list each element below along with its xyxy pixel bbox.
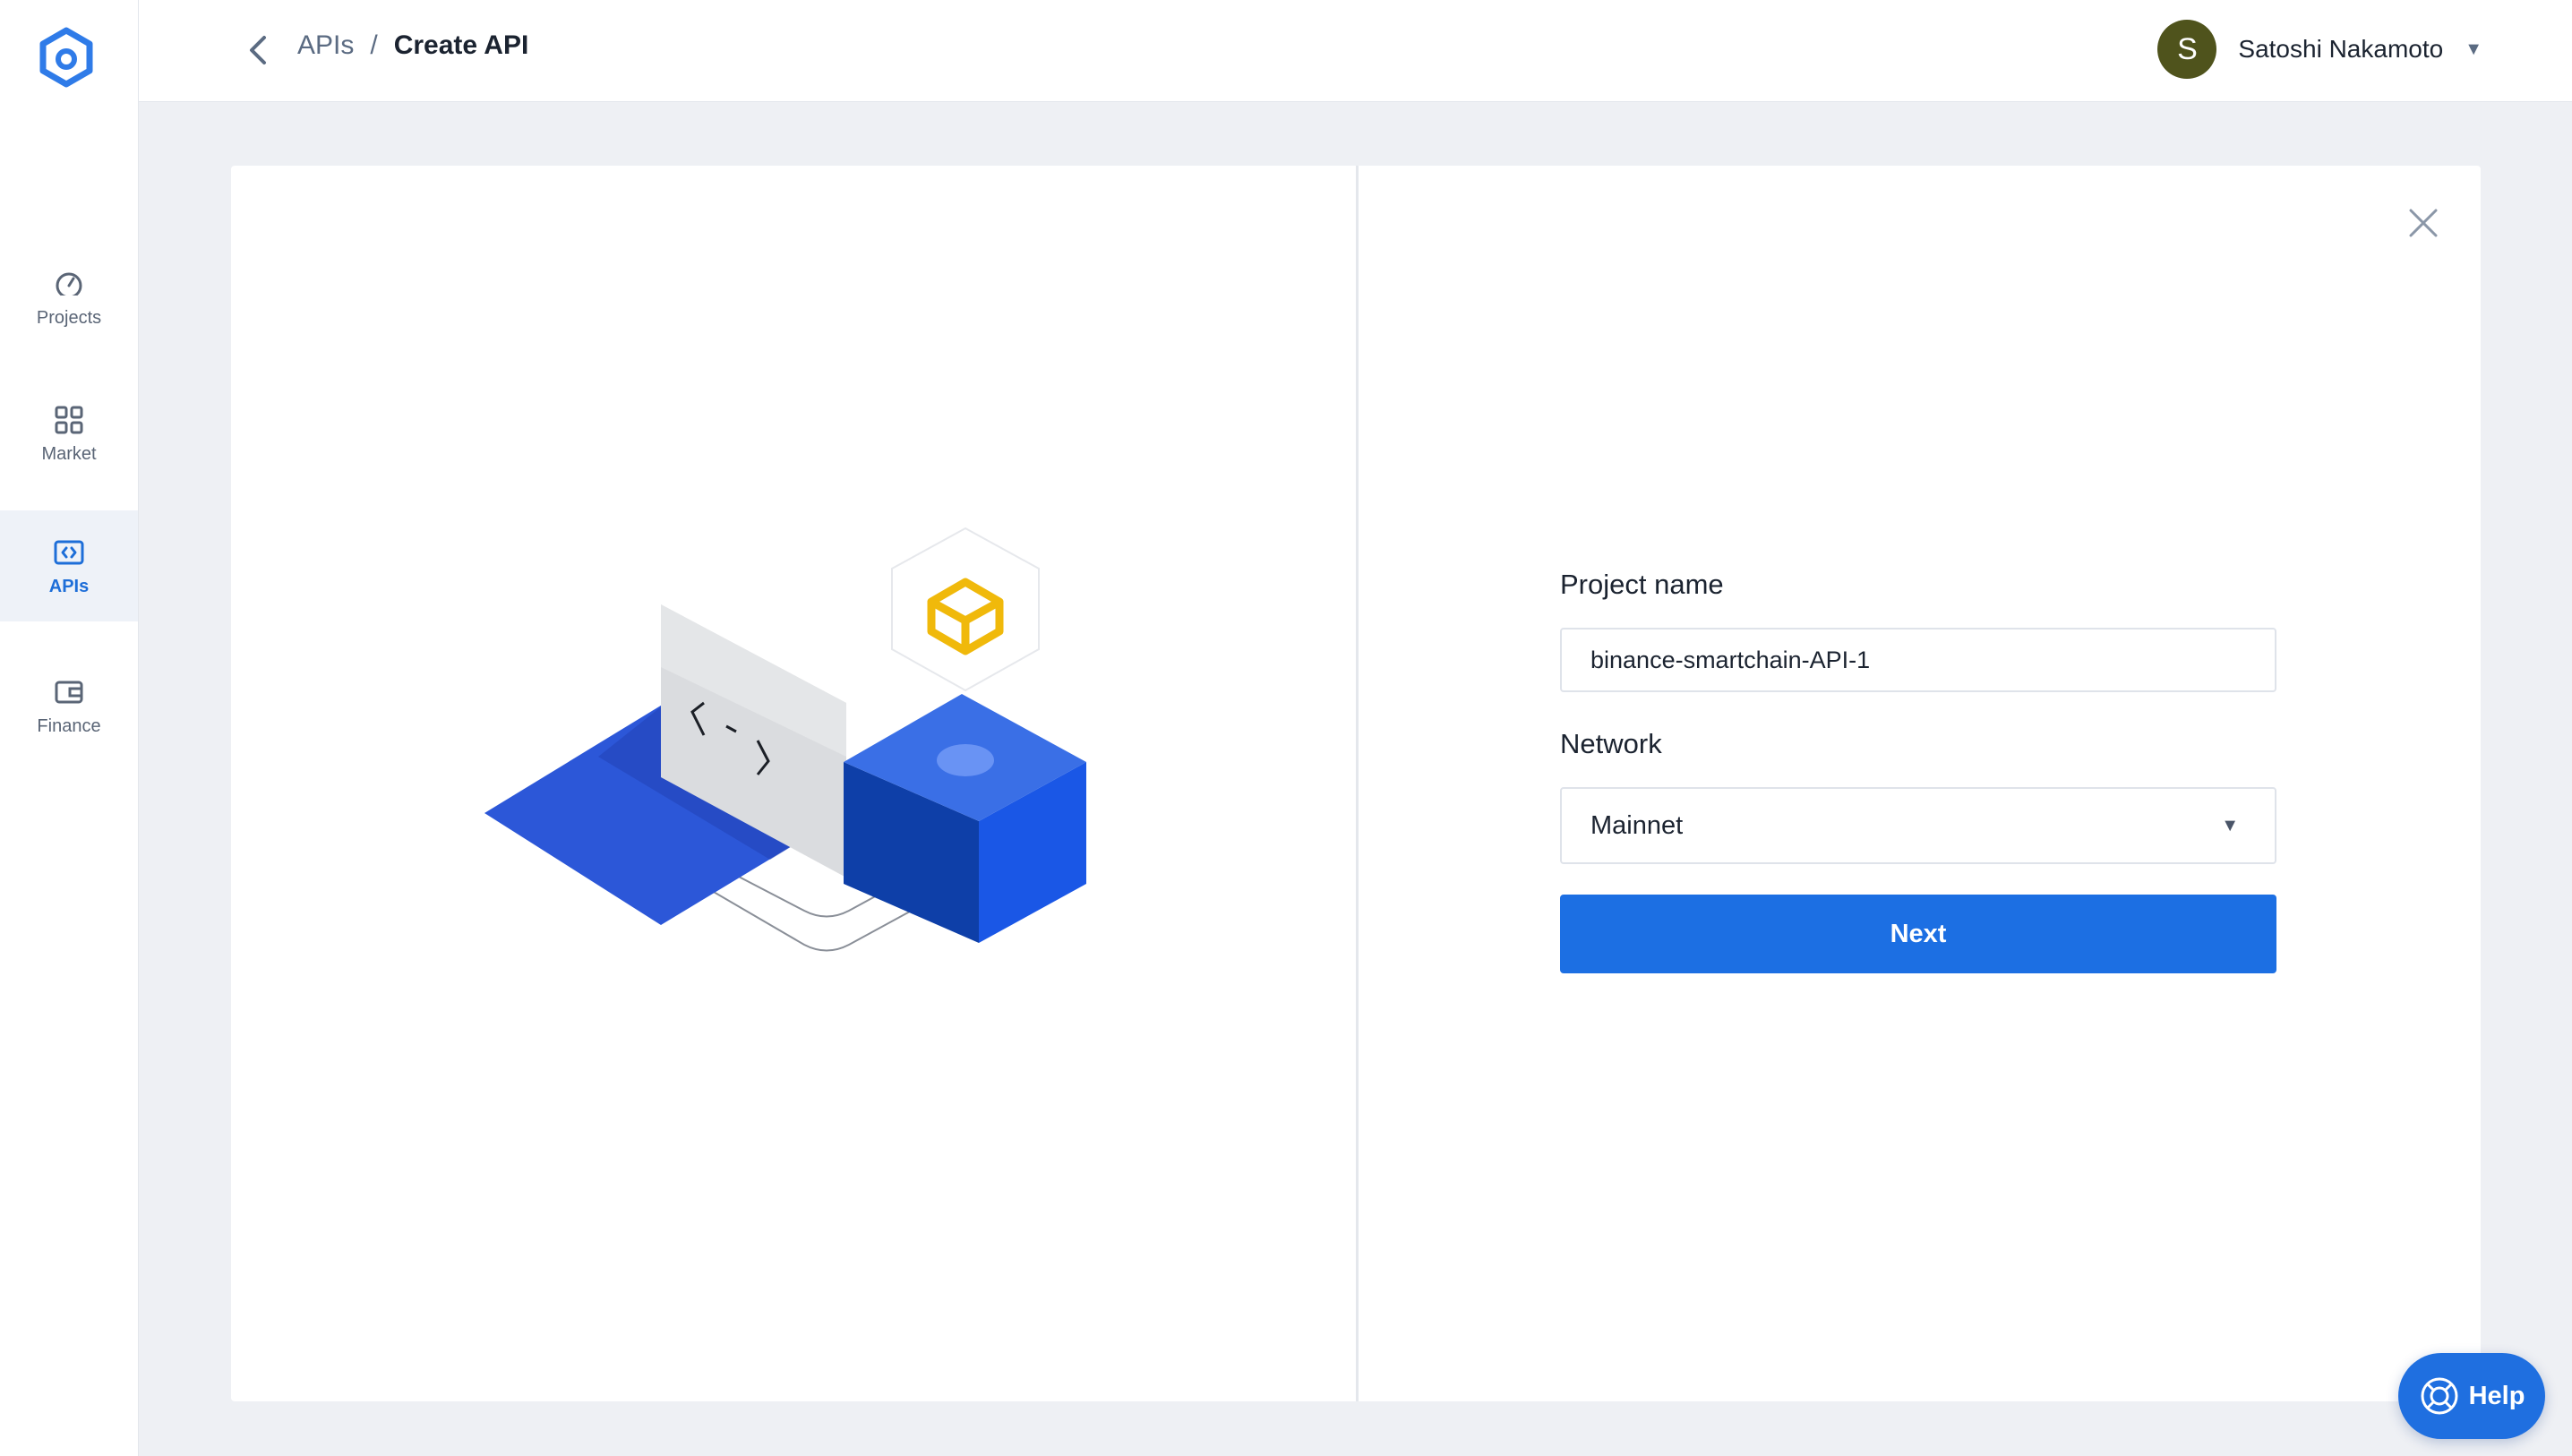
breadcrumb-separator: /	[370, 30, 378, 60]
nav-label-market: Market	[41, 443, 97, 464]
network-label: Network	[1560, 728, 1662, 759]
network-select[interactable]: Mainnet ▼	[1560, 787, 2276, 864]
breadcrumb-apis-link[interactable]: APIs	[297, 30, 354, 61]
create-api-card: Project name Network Mainnet ▼ Next	[231, 166, 2481, 1401]
back-button[interactable]	[237, 30, 279, 71]
grid-icon	[55, 406, 83, 433]
nav-label-apis: APIs	[48, 576, 90, 596]
nav-label-finance: Finance	[37, 715, 101, 736]
help-button[interactable]: Help	[2398, 1353, 2545, 1439]
network-select-value: Mainnet	[1590, 810, 1684, 840]
top-bar: APIs / Create API S Satoshi Nakamoto ▼	[139, 0, 2572, 102]
breadcrumb: APIs / Create API	[297, 30, 528, 61]
page-title: Create API	[393, 30, 529, 60]
nav-item-apis[interactable]: APIs	[0, 510, 138, 621]
nav-label-projects: Projects	[36, 307, 102, 328]
user-name: Satoshi Nakamoto	[2238, 35, 2444, 63]
lifebuoy-icon	[2421, 1377, 2458, 1415]
nav-item-projects[interactable]: Projects	[0, 242, 138, 353]
caret-down-icon: ▼	[2221, 816, 2239, 835]
project-name-input[interactable]	[1560, 628, 2276, 692]
help-label: Help	[2468, 1381, 2525, 1410]
ankr-logo-icon[interactable]	[34, 25, 99, 90]
nav-item-market[interactable]: Market	[0, 378, 138, 489]
wallet-icon	[55, 681, 83, 703]
gauge-icon	[56, 272, 82, 300]
sidebar: Projects Market APIs Finance	[0, 0, 139, 1456]
next-button[interactable]: Next	[1560, 895, 2276, 973]
api-illustration	[484, 527, 1086, 952]
nav-item-finance[interactable]: Finance	[0, 650, 138, 761]
avatar: S	[2157, 20, 2217, 79]
caret-down-icon: ▼	[2465, 39, 2482, 59]
code-icon	[54, 540, 84, 564]
user-menu[interactable]: S Satoshi Nakamoto ▼	[2157, 20, 2482, 79]
project-name-label: Project name	[1560, 569, 1724, 600]
create-api-form: Project name Network Mainnet ▼ Next	[1560, 569, 2276, 973]
panel-divider	[1356, 166, 1359, 1401]
chevron-left-icon	[250, 36, 266, 64]
close-icon[interactable]	[2405, 205, 2441, 241]
